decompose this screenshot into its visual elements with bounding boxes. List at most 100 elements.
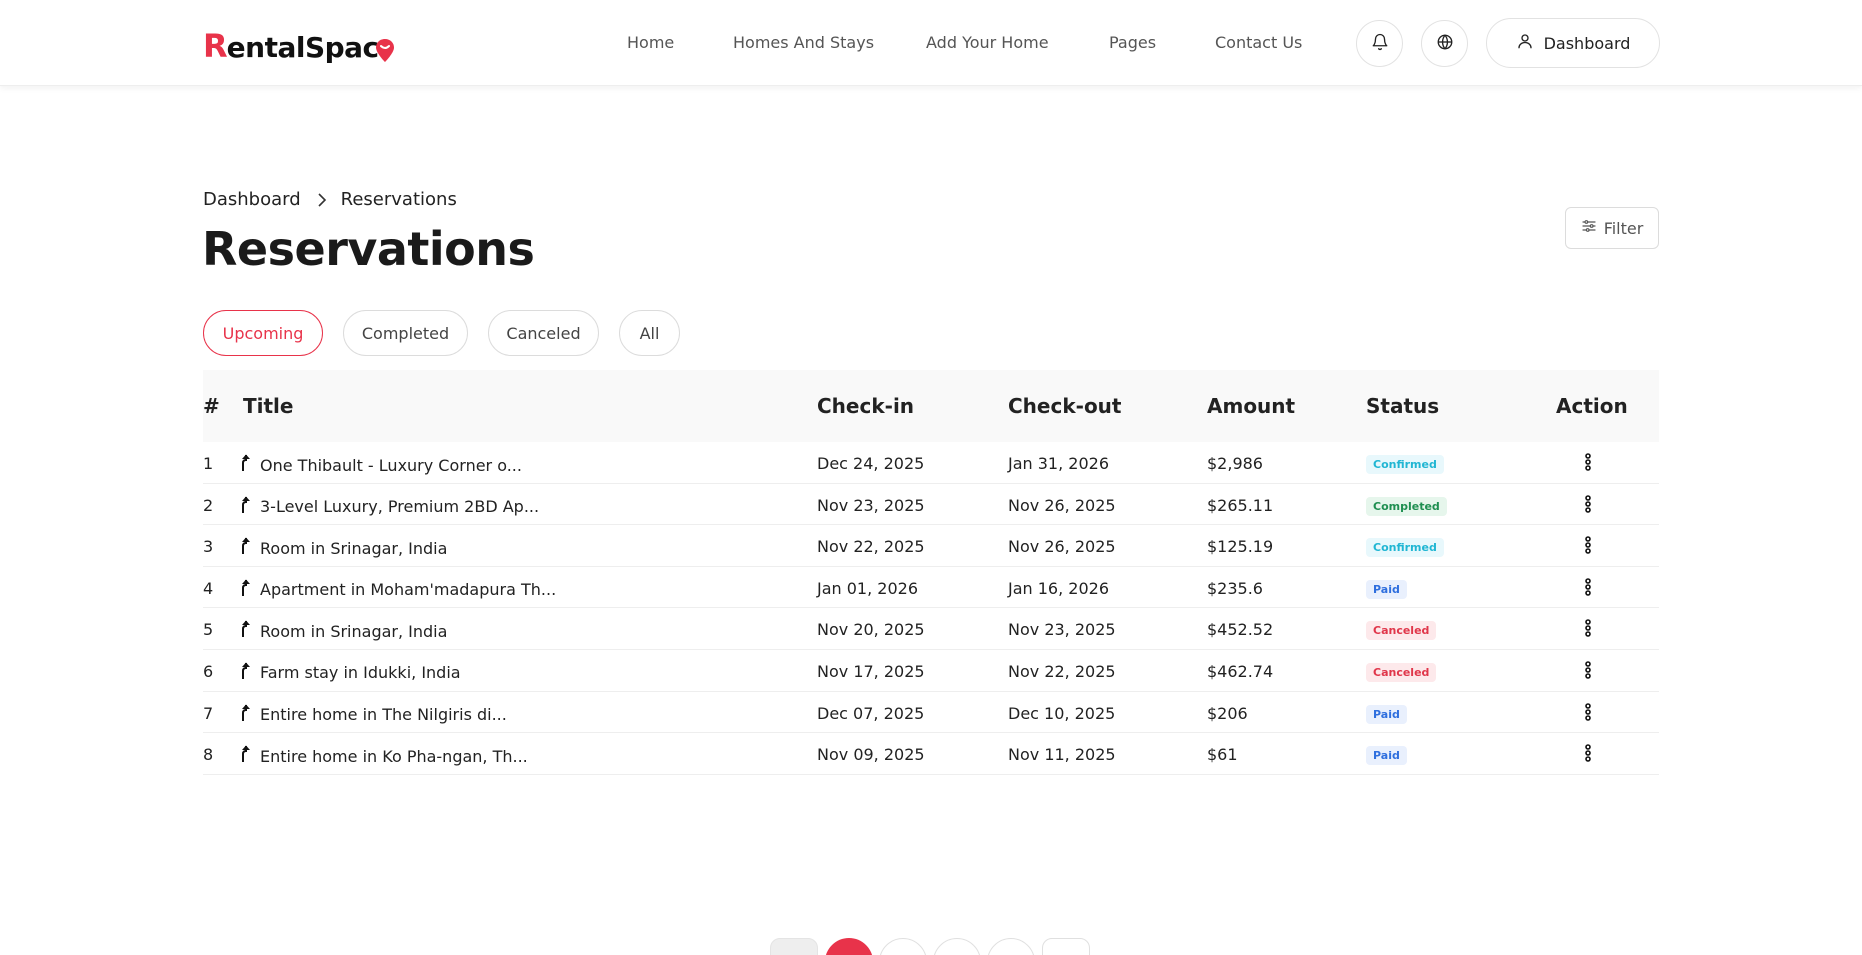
- nav-contact-us[interactable]: Contact Us: [1215, 33, 1302, 52]
- status-badge: Confirmed: [1366, 538, 1444, 558]
- arrow-up-icon: [240, 662, 252, 684]
- bell-icon: [1371, 33, 1389, 55]
- table-row[interactable]: 2 3-Level Luxury, Premium 2BD Ap... Nov 23…: [203, 484, 1659, 526]
- row-checkin: Nov 17, 2025: [817, 661, 925, 681]
- pagination-prev-button[interactable]: [770, 938, 818, 955]
- more-options-icon[interactable]: [1578, 702, 1598, 723]
- page-title: Reservations: [202, 222, 535, 276]
- row-title[interactable]: Apartment in Moham'madapura Th...: [240, 579, 556, 601]
- table-row[interactable]: 5 Room in Srinagar, India Nov 20, 2025 Nov …: [203, 608, 1659, 650]
- row-number: 8: [203, 745, 214, 765]
- row-amount: $125.19: [1207, 537, 1274, 557]
- status-badge: Paid: [1366, 704, 1407, 724]
- row-title[interactable]: Room in Srinagar, India: [240, 620, 447, 642]
- row-title-text: Room in Srinagar, India: [260, 621, 448, 641]
- pagination-next-button[interactable]: [1042, 938, 1090, 955]
- language-button[interactable]: [1421, 20, 1468, 67]
- row-amount: $462.74: [1207, 661, 1274, 681]
- row-title-text: Farm stay in Idukki, India: [260, 663, 461, 683]
- more-options-icon[interactable]: [1578, 536, 1598, 556]
- row-title[interactable]: Farm stay in Idukki, India: [240, 662, 461, 684]
- breadcrumb-dashboard[interactable]: Dashboard: [203, 189, 301, 210]
- row-title[interactable]: Entire home in The Nilgiris di...: [240, 704, 507, 726]
- more-options-icon[interactable]: [1578, 577, 1598, 598]
- filter-button[interactable]: Filter: [1565, 207, 1659, 249]
- status-badge: Canceled: [1366, 662, 1437, 682]
- arrow-up-icon: [240, 579, 252, 601]
- nav-homes-and-stays[interactable]: Homes And Stays: [733, 33, 874, 52]
- row-title[interactable]: One Thibault - Luxury Corner o...: [240, 454, 522, 476]
- tab-completed[interactable]: Completed: [343, 310, 468, 356]
- chevron-right-icon: [317, 192, 327, 207]
- row-number: 2: [203, 495, 214, 515]
- nav-pages[interactable]: Pages: [1109, 33, 1156, 52]
- row-checkout: Nov 26, 2025: [1008, 537, 1116, 557]
- row-checkin: Dec 07, 2025: [817, 703, 925, 723]
- pagination-page[interactable]: [987, 938, 1035, 955]
- row-title-text: Entire home in Ko Pha-ngan, Th...: [260, 746, 528, 766]
- arrow-up-icon: [240, 537, 252, 559]
- breadcrumb: Dashboard Reservations: [203, 189, 457, 210]
- top-navbar: RentalSpac Home Homes And Stays Add Your…: [0, 0, 1862, 86]
- arrow-up-icon: [240, 745, 252, 767]
- row-title[interactable]: 3-Level Luxury, Premium 2BD Ap...: [240, 496, 539, 518]
- notifications-button[interactable]: [1356, 20, 1403, 67]
- pagination-page[interactable]: [933, 938, 981, 955]
- tab-canceled[interactable]: Canceled: [488, 310, 599, 356]
- table-row[interactable]: 1 One Thibault - Luxury Corner o... Dec 24…: [203, 442, 1659, 484]
- row-number: 3: [203, 537, 214, 557]
- user-icon: [1516, 32, 1534, 54]
- table-row[interactable]: 8 Entire home in Ko Pha-ngan, Th... Nov 09…: [203, 733, 1659, 775]
- row-checkout: Nov 23, 2025: [1008, 620, 1116, 640]
- row-checkin: Nov 20, 2025: [817, 620, 925, 640]
- more-options-icon[interactable]: [1578, 494, 1598, 515]
- status-badge: Paid: [1366, 579, 1407, 599]
- row-checkin: Nov 23, 2025: [817, 495, 925, 515]
- row-number: 7: [203, 703, 214, 723]
- logo-letter: R: [203, 27, 228, 65]
- sliders-icon: [1581, 218, 1597, 238]
- row-title-text: Room in Srinagar, India: [260, 538, 448, 558]
- table-row[interactable]: 4 Apartment in Moham'madapura Th... Jan 01…: [203, 567, 1659, 609]
- pagination-page-active[interactable]: [825, 938, 873, 955]
- breadcrumb-current: Reservations: [340, 189, 457, 210]
- arrow-up-icon: [240, 620, 252, 642]
- nav-add-your-home[interactable]: Add Your Home: [926, 33, 1049, 52]
- brand-logo[interactable]: RentalSpac: [203, 22, 395, 62]
- table-row[interactable]: 6 Farm stay in Idukki, India Nov 17, 2025 N…: [203, 650, 1659, 692]
- row-title-text: Apartment in Moham'madapura Th...: [260, 580, 557, 600]
- header-checkin: Check-in: [817, 394, 915, 418]
- tab-all[interactable]: All: [619, 310, 680, 356]
- row-number: 6: [203, 661, 214, 681]
- header-amount: Amount: [1207, 394, 1296, 418]
- row-amount: $452.52: [1207, 620, 1274, 640]
- tab-upcoming[interactable]: Upcoming: [203, 310, 323, 356]
- header-action: Action: [1556, 394, 1628, 418]
- more-options-icon[interactable]: [1578, 619, 1598, 639]
- row-number: 1: [203, 454, 214, 473]
- row-checkin: Jan 01, 2026: [817, 578, 918, 598]
- row-amount: $206: [1207, 703, 1248, 723]
- row-checkout: Nov 22, 2025: [1008, 661, 1116, 681]
- table-row[interactable]: 7 Entire home in The Nilgiris di... Dec 07…: [203, 692, 1659, 734]
- row-checkin: Nov 22, 2025: [817, 537, 925, 557]
- row-checkin: Nov 09, 2025: [817, 745, 925, 765]
- header-title: Title: [243, 394, 294, 418]
- more-options-icon[interactable]: [1578, 453, 1598, 473]
- arrow-up-icon: [240, 496, 252, 518]
- pagination-page[interactable]: [879, 938, 927, 955]
- row-title[interactable]: Entire home in Ko Pha-ngan, Th...: [240, 745, 528, 767]
- nav-home[interactable]: Home: [627, 33, 674, 52]
- more-options-icon[interactable]: [1578, 661, 1598, 681]
- row-amount: $61: [1207, 745, 1238, 765]
- arrow-up-icon: [240, 704, 252, 726]
- header-num: #: [203, 394, 220, 418]
- row-title[interactable]: Room in Srinagar, India: [240, 537, 447, 559]
- dashboard-button[interactable]: Dashboard: [1486, 18, 1660, 68]
- row-checkin: Dec 24, 2025: [817, 454, 925, 473]
- row-title-text: One Thibault - Luxury Corner o...: [260, 455, 522, 475]
- header-status: Status: [1366, 394, 1440, 418]
- row-checkout: Jan 31, 2026: [1008, 454, 1109, 473]
- more-options-icon[interactable]: [1578, 744, 1598, 764]
- table-row[interactable]: 3 Room in Srinagar, India Nov 22, 2025 Nov …: [203, 525, 1659, 567]
